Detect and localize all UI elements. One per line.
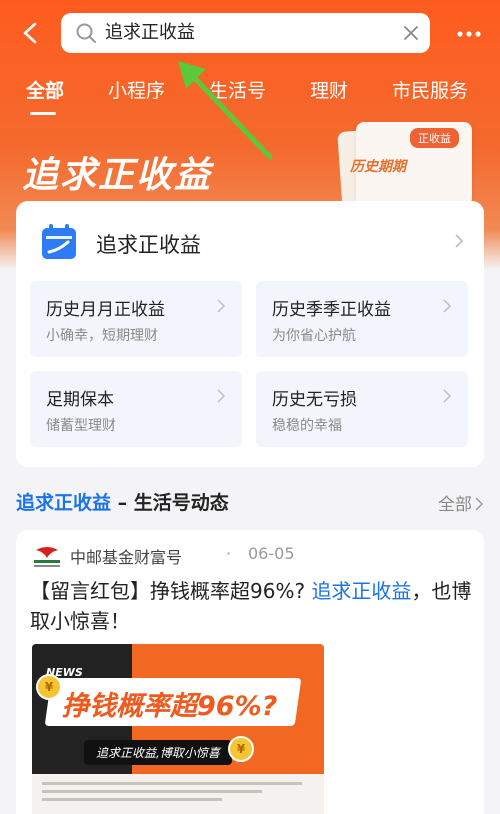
banner-title: 追求正收益 <box>22 155 213 196</box>
option-title: 足期保本 <box>46 390 114 410</box>
option-capital-protected[interactable]: 足期保本 储蓄型理财 <box>30 371 242 447</box>
tab-citizen-services[interactable]: 市民服务 <box>392 76 468 103</box>
tab-mini-programs[interactable]: 小程序 <box>108 76 165 103</box>
thumbnail-caption: 追求正收益,博取小惊喜 <box>84 740 232 765</box>
illustration-label: 历史期期 <box>350 159 406 175</box>
chevron-right-icon <box>217 389 225 403</box>
coin-icon: ¥ <box>228 736 254 762</box>
post-headline[interactable]: 【留言红包】挣钱概率超96%? 追求正收益，也博取小惊喜！ <box>30 576 474 636</box>
option-subtitle: 储蓄型理财 <box>46 418 116 434</box>
option-title: 历史无亏损 <box>272 390 357 410</box>
option-subtitle: 稳稳的幸福 <box>272 418 342 434</box>
more-dots-icon[interactable] <box>452 22 486 46</box>
chevron-right-icon <box>217 299 225 313</box>
post-thumbnail[interactable]: NEWS 挣钱概率超96%? ¥ 追求正收益,博取小惊喜 ¥ <box>32 644 324 814</box>
chevron-right-icon <box>443 299 451 313</box>
view-all-label: 全部 <box>438 495 472 515</box>
section-header: 追求正收益 – 生活号动态 全部 <box>16 488 486 516</box>
chevron-right-icon[interactable] <box>452 233 466 249</box>
thumbnail-headline: 挣钱概率超96%? <box>62 691 278 722</box>
option-quarterly-positive[interactable]: 历史季季正收益 为你省心护航 <box>256 281 468 357</box>
feed-post[interactable]: 中邮基金财富号 · 06-05 【留言红包】挣钱概率超96%? 追求正收益，也博… <box>16 530 484 814</box>
separator-dot: · <box>226 544 232 563</box>
option-no-loss[interactable]: 历史无亏损 稳稳的幸福 <box>256 371 468 447</box>
post-author[interactable]: 中邮基金财富号 <box>70 544 182 568</box>
chevron-right-icon <box>475 497 483 511</box>
option-title: 历史月月正收益 <box>46 300 165 320</box>
view-all-link[interactable]: 全部 <box>438 490 484 515</box>
headline-text: 【留言红包】挣钱概率超96%? <box>30 579 312 603</box>
back-button[interactable] <box>14 16 48 50</box>
search-icon <box>76 23 96 43</box>
tab-wealth[interactable]: 理财 <box>310 76 348 103</box>
illustration-badge: 正收益 <box>410 128 459 148</box>
headline-keyword: 追求正收益 <box>311 579 412 603</box>
card-title[interactable]: 追求正收益 <box>96 229 201 259</box>
search-input[interactable]: 追求正收益 <box>61 13 430 53</box>
option-subtitle: 为你省心护航 <box>272 328 356 344</box>
calendar-icon <box>42 224 76 259</box>
active-tab-indicator <box>30 112 56 115</box>
section-title: – 生活号动态 <box>111 492 229 514</box>
section-keyword: 追求正收益 <box>16 492 112 514</box>
tab-all[interactable]: 全部 <box>26 76 64 103</box>
option-title: 历史季季正收益 <box>272 300 391 320</box>
coin-icon: ¥ <box>36 674 62 700</box>
chevron-left-icon <box>23 22 37 44</box>
banner-illustration: 历史期期 正收益 <box>334 118 484 216</box>
chevron-right-icon <box>443 389 451 403</box>
search-value[interactable]: 追求正收益 <box>105 22 195 44</box>
fund-logo-icon <box>34 547 60 567</box>
service-card: 追求正收益 历史月月正收益 小确幸，短期理财 历史季季正收益 为你省心护航 足期… <box>16 201 484 467</box>
option-monthly-positive[interactable]: 历史月月正收益 小确幸，短期理财 <box>30 281 242 357</box>
thumbnail-fine-print <box>32 774 324 814</box>
post-date: 06-05 <box>248 544 295 563</box>
top-bar: 追求正收益 <box>0 10 500 56</box>
close-icon[interactable] <box>401 23 421 43</box>
option-subtitle: 小确幸，短期理财 <box>46 328 158 344</box>
